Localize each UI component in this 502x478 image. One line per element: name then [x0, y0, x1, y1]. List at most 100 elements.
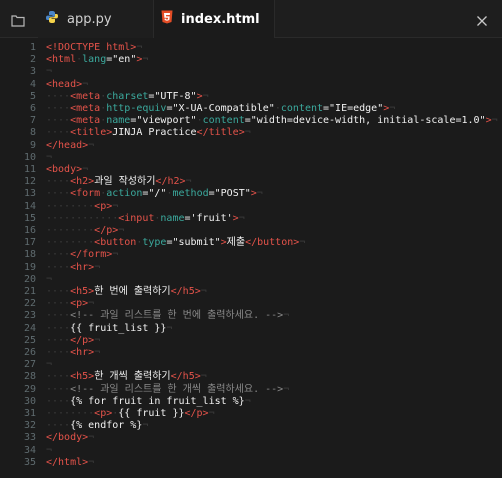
tab-label: app.py: [67, 11, 112, 27]
line-number: 10: [23, 151, 36, 163]
code-line[interactable]: 6 ····<meta·http-equiv="X-UA-Compatible"·…: [0, 103, 502, 115]
line-number: 15: [23, 212, 36, 224]
line-number: 30: [23, 395, 36, 407]
code-token: <html: [46, 54, 77, 66]
code-token: ¬: [112, 249, 119, 261]
line-number: 6: [29, 103, 36, 114]
code-token: <p>: [70, 298, 89, 310]
code-token: <title>: [70, 127, 113, 139]
code-text: ····</form>¬: [46, 249, 118, 261]
code-line[interactable]: 34 ¬: [0, 445, 502, 457]
code-text: ····<title>JINJA Practice</title>¬: [46, 127, 251, 139]
code-text: ····<h5>한 개씩 출력하기</h5>¬: [46, 371, 207, 383]
python-icon: [45, 10, 59, 28]
code-line[interactable]: 11 <body>¬: [0, 164, 502, 176]
code-token: name: [160, 212, 185, 224]
code-token: ····: [46, 286, 71, 297]
code-line[interactable]: 4 <head>¬: [0, 79, 502, 91]
code-token: </title>: [196, 127, 245, 139]
code-token: ····: [46, 322, 71, 334]
code-text: ········</p>¬: [46, 225, 124, 237]
tab-bar: app.py index.html: [0, 0, 502, 38]
code-line[interactable]: 15 ············<input·name='fruit'>¬: [0, 213, 502, 225]
code-line[interactable]: 1 <!DOCTYPE html>¬: [0, 42, 502, 54]
code-line[interactable]: 30 ····{% for fruit in fruit_list %}¬: [0, 396, 502, 408]
code-line[interactable]: 17 ········<button·type="submit">제출</butt…: [0, 237, 502, 249]
line-number: 9: [29, 139, 36, 151]
code-line[interactable]: 28 ····<h5>한 개씩 출력하기</h5>¬: [0, 371, 502, 383]
code-token: action: [106, 188, 143, 200]
code-token: ¬: [200, 371, 207, 383]
code-line[interactable]: 5 ····<meta·charset="UTF-8">¬: [0, 91, 502, 103]
code-token: ¬: [491, 115, 498, 127]
code-text: ¬: [46, 66, 52, 78]
code-token: ¬: [200, 286, 207, 297]
code-token: <meta: [70, 90, 101, 102]
code-token: ¬: [46, 444, 53, 456]
explorer-icon[interactable]: [11, 12, 25, 27]
code-text: ····</p>¬: [46, 335, 100, 347]
code-text: ····<p>¬: [46, 298, 94, 310]
code-line[interactable]: 31 ········<p>·{{ fruit }}</p>¬: [0, 408, 502, 420]
code-token: ¬: [142, 54, 149, 66]
code-line[interactable]: 29 ····<!-- 과일 리스트를 한 개씩 출력하세요. -->¬: [0, 384, 502, 396]
line-number: 12: [23, 176, 36, 188]
code-line[interactable]: 18 ····</form>¬: [0, 249, 502, 261]
code-token: 제출: [226, 237, 246, 249]
tab-app-py[interactable]: app.py: [38, 0, 153, 38]
code-line[interactable]: 2 <html·lang="en">¬: [0, 54, 502, 66]
tab-index-html[interactable]: index.html: [153, 0, 275, 38]
line-number: 2: [29, 54, 36, 66]
code-line[interactable]: 27 ¬: [0, 359, 502, 371]
code-line[interactable]: 33 </body>¬: [0, 432, 502, 444]
line-number: 11: [23, 164, 36, 175]
code-text: ········<button·type="submit">제출</button…: [46, 237, 305, 249]
code-token: http-equiv: [106, 103, 167, 114]
code-line[interactable]: 35 </html>¬: [0, 457, 502, 469]
code-line[interactable]: 8 ····<title>JINJA Practice</title>¬: [0, 127, 502, 139]
code-line[interactable]: 10 ¬: [0, 152, 502, 164]
code-line[interactable]: 21 ····<h5>한 번에 출력하기</h5>¬: [0, 286, 502, 298]
code-token: </h2>: [155, 176, 186, 188]
code-token: ¬: [136, 42, 143, 53]
code-line[interactable]: 19 ····<hr>¬: [0, 262, 502, 274]
code-token: <!-- 과일 리스트를 한 번에 출력하세요. -->: [70, 310, 284, 322]
code-token: <hr>: [70, 347, 95, 358]
code-token: {% endfor %}: [70, 420, 143, 432]
code-line[interactable]: 24 ····{{ fruit_list }}¬: [0, 323, 502, 335]
line-number: 26: [23, 347, 36, 358]
code-line[interactable]: 23 ····<!-- 과일 리스트를 한 번에 출력하세요. -->¬: [0, 310, 502, 322]
code-text: ····{% for fruit in fruit_list %}¬: [46, 396, 251, 408]
code-text: ····<hr>¬: [46, 347, 100, 359]
line-number: 1: [29, 42, 36, 53]
code-line[interactable]: 25 ····</p>¬: [0, 335, 502, 347]
code-line[interactable]: 7 ····<meta·name="viewport"·content="widt…: [0, 115, 502, 127]
code-editor[interactable]: 1 <!DOCTYPE html>¬ 2 <html·lang="en">¬ 3 ¬ 4 <h…: [0, 38, 502, 478]
code-line[interactable]: 13 ····<form·action="/"·method="POST">¬: [0, 188, 502, 200]
code-token: <meta: [70, 115, 101, 127]
code-line[interactable]: 22 ····<p>¬: [0, 298, 502, 310]
code-token: ········: [46, 408, 95, 419]
code-token: ¬: [283, 383, 290, 395]
code-line[interactable]: 16 ········</p>¬: [0, 225, 502, 237]
code-token: <hr>: [70, 261, 95, 273]
code-line[interactable]: 12 ····<h2>과일 작성하기</h2>¬: [0, 176, 502, 188]
code-token: ¬: [389, 103, 396, 114]
line-number: 16: [23, 225, 36, 236]
code-line[interactable]: 26 ····<hr>¬: [0, 347, 502, 359]
code-token: </button>: [245, 237, 300, 249]
close-tab-icon[interactable]: [476, 12, 488, 26]
code-line[interactable]: 14 ········<p>¬: [0, 201, 502, 213]
code-token: lang: [82, 54, 107, 66]
code-line[interactable]: 3 ¬: [0, 66, 502, 78]
code-token: 한 개씩 출력하기: [94, 371, 171, 383]
code-token: </p>: [184, 408, 209, 419]
code-text: ····<form·action="/"·method="POST">¬: [46, 188, 263, 200]
code-line[interactable]: 32 ····{% endfor %}¬: [0, 420, 502, 432]
code-token: </form>: [70, 249, 113, 261]
code-token: <body>: [46, 164, 83, 175]
code-line[interactable]: 20 ¬: [0, 274, 502, 286]
code-line[interactable]: 9 </head>¬: [0, 140, 502, 152]
code-token: 한 번에 출력하기: [94, 286, 171, 297]
code-token: ¬: [112, 200, 119, 212]
